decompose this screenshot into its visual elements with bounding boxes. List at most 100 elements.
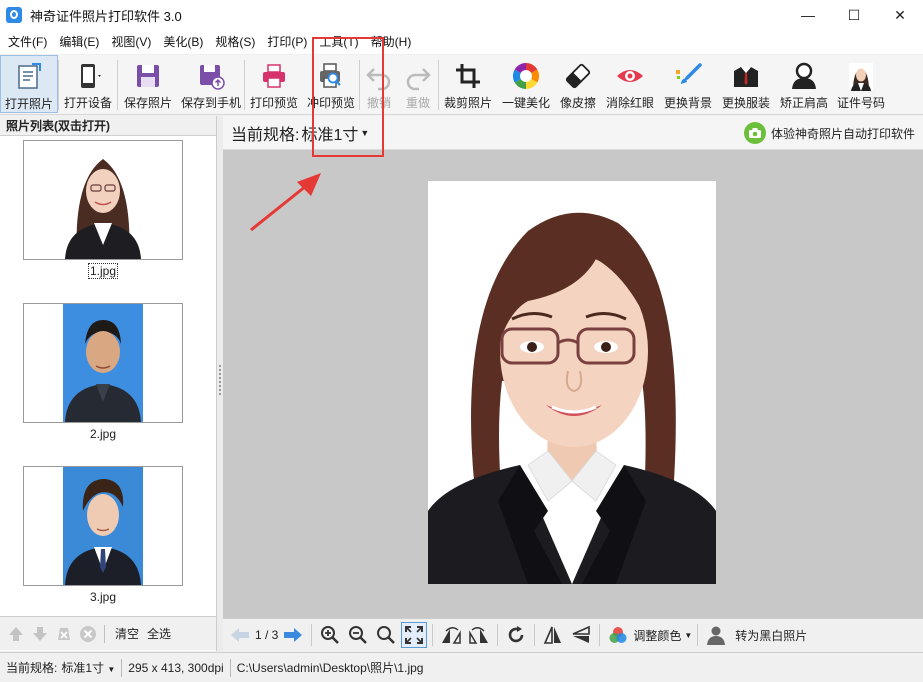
red-eye-button[interactable]: 消除红眼 — [601, 55, 659, 113]
menu-bar: 文件(F) 编辑(E) 视图(V) 美化(B) 规格(S) 打印(P) 工具(T… — [0, 30, 923, 54]
save-photo-button[interactable]: 保存照片 — [118, 55, 178, 113]
move-up-icon[interactable] — [6, 624, 26, 644]
portrait-woman — [63, 141, 143, 259]
person-icon[interactable] — [703, 622, 729, 648]
main-photo-preview — [428, 181, 716, 584]
zoom-actual-icon[interactable] — [373, 622, 399, 648]
zoom-in-icon[interactable] — [317, 622, 343, 648]
actions-divider — [104, 624, 105, 643]
status-dimensions: 295 x 413, 300dpi — [128, 660, 224, 675]
undo-label: 撤销 — [366, 96, 391, 110]
canvas-toolbar-divider — [497, 624, 499, 646]
suit-icon — [729, 59, 763, 93]
crop-label: 裁剪照片 — [443, 96, 492, 110]
menu-help[interactable]: 帮助(H) — [365, 30, 418, 54]
fix-shoulder-button[interactable]: 矫正肩高 — [775, 55, 833, 113]
open-photo-label: 打开照片 — [4, 97, 53, 111]
menu-print[interactable]: 打印(P) — [261, 30, 313, 54]
save-to-phone-icon — [194, 59, 228, 93]
title-bar: 神奇证件照片打印软件 3.0 — ☐ ✕ — [0, 0, 923, 30]
photo-list-header: 照片列表(双击打开) — [0, 116, 216, 136]
color-adjust-icon[interactable] — [605, 622, 631, 648]
menu-beautify[interactable]: 美化(B) — [157, 30, 209, 54]
photo-label-3[interactable]: 3.jpg — [23, 590, 183, 604]
toolbar: 打开照片 打开设备 保存照片 保存到手机 打印预览 冲印预览 撤销 重做 裁剪照… — [0, 55, 923, 115]
crop-icon — [451, 59, 485, 93]
change-clothes-label: 更换服装 — [721, 96, 770, 110]
current-spec-label: 当前规格: — [231, 126, 300, 144]
rotate-left-icon[interactable] — [438, 622, 464, 648]
photo-thumbnail-2[interactable] — [23, 303, 183, 423]
status-spec-label: 当前规格: — [6, 661, 58, 675]
eye-icon — [613, 59, 647, 93]
phone-icon — [71, 59, 105, 93]
status-spec-dropdown[interactable]: 标准1寸 ▼ — [57, 659, 121, 676]
print-preview-button[interactable]: 打印预览 — [245, 55, 303, 113]
menu-spec[interactable]: 规格(S) — [209, 30, 261, 54]
brush-icon — [671, 59, 705, 93]
delete-icon[interactable] — [78, 624, 98, 644]
photo-label-1[interactable]: 1.jpg — [23, 263, 183, 279]
id-photo-icon — [844, 59, 878, 93]
canvas-toolbar: 1 / 3 调整颜色 ▼ 转为黑白照片 — [223, 618, 923, 651]
adjust-color-caret[interactable]: ▼ — [684, 631, 692, 640]
canvas-toolbar-divider — [697, 624, 699, 646]
minimize-button[interactable]: — — [785, 0, 831, 30]
redo-icon — [401, 59, 435, 93]
current-spec-dropdown[interactable]: 标准1寸 — [301, 121, 358, 145]
save-icon — [131, 59, 165, 93]
fit-window-icon[interactable] — [401, 622, 428, 648]
develop-preview-label: 冲印预览 — [306, 96, 355, 110]
develop-preview-button[interactable]: 冲印预览 — [303, 55, 359, 113]
crop-button[interactable]: 裁剪照片 — [439, 55, 497, 113]
zoom-out-icon[interactable] — [345, 622, 371, 648]
convert-bw-button[interactable]: 转为黑白照片 — [735, 627, 807, 644]
move-down-icon[interactable] — [30, 624, 50, 644]
flip-vertical-icon[interactable] — [568, 622, 594, 648]
open-photo-button[interactable]: 打开照片 — [0, 55, 58, 113]
menu-tools[interactable]: 工具(T) — [313, 30, 364, 54]
clear-button[interactable]: 清空 — [115, 625, 139, 642]
undo-icon — [362, 59, 396, 93]
flip-horizontal-icon[interactable] — [540, 622, 566, 648]
next-arrow-icon[interactable] — [280, 622, 306, 648]
refresh-icon[interactable] — [503, 622, 529, 648]
color-wheel-icon — [509, 59, 543, 93]
menu-view[interactable]: 视图(V) — [105, 30, 157, 54]
open-device-button[interactable]: 打开设备 — [59, 55, 117, 113]
eraser-button[interactable]: 像皮擦 — [555, 55, 601, 113]
camera-promo-icon — [743, 122, 766, 144]
develop-preview-icon — [314, 59, 348, 93]
change-bg-button[interactable]: 更换背景 — [659, 55, 717, 113]
photo-list-actions: 清空 全选 — [0, 616, 216, 650]
rotate-right-icon[interactable] — [466, 622, 492, 648]
adjust-color-button[interactable]: 调整颜色 — [633, 627, 681, 644]
photo-thumbnail-3[interactable] — [23, 466, 183, 586]
close-button[interactable]: ✕ — [877, 0, 923, 30]
redo-button[interactable]: 重做 — [398, 55, 438, 113]
remove-photo-icon[interactable] — [54, 624, 74, 644]
menu-file[interactable]: 文件(F) — [2, 30, 53, 54]
photo-canvas[interactable] — [223, 150, 923, 618]
previous-arrow-icon[interactable] — [227, 622, 253, 648]
chevron-down-icon[interactable]: ▼ — [360, 128, 369, 138]
photo-thumbnail-1[interactable] — [23, 140, 183, 260]
maximize-button[interactable]: ☐ — [831, 0, 877, 30]
undo-button[interactable]: 撤销 — [360, 55, 398, 113]
beautify-button[interactable]: 一键美化 — [497, 55, 555, 113]
change-clothes-button[interactable]: 更换服装 — [717, 55, 775, 113]
shoulder-icon — [787, 59, 821, 93]
id-number-button[interactable]: 证件号码 — [833, 55, 889, 113]
fix-shoulder-label: 矫正肩高 — [779, 96, 828, 110]
status-bar: 当前规格: 标准1寸 ▼ 295 x 413, 300dpi C:\Users\… — [0, 652, 923, 682]
save-photo-label: 保存照片 — [123, 96, 172, 110]
select-all-button[interactable]: 全选 — [147, 625, 171, 642]
promo-link[interactable]: 体验神奇照片自动打印软件 — [743, 122, 915, 144]
menu-edit[interactable]: 编辑(E) — [53, 30, 105, 54]
save-to-phone-button[interactable]: 保存到手机 — [178, 55, 244, 113]
photo-label-2[interactable]: 2.jpg — [23, 427, 183, 441]
portrait-man-blue — [63, 304, 143, 422]
print-preview-label: 打印预览 — [249, 96, 298, 110]
canvas-toolbar-divider — [432, 624, 434, 646]
save-to-phone-label: 保存到手机 — [180, 96, 241, 110]
